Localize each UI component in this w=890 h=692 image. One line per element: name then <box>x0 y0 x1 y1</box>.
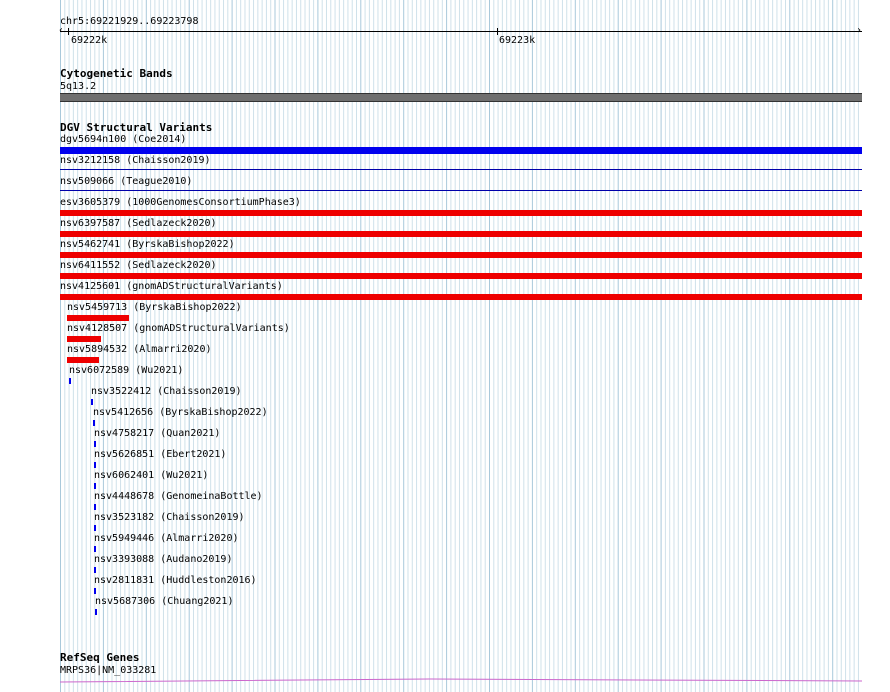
variant-feature[interactable] <box>94 504 96 510</box>
variant-label: nsv5894532 (Almarri2020) <box>67 344 212 355</box>
cytoband-bar[interactable] <box>60 93 862 102</box>
variant-label: nsv5949446 (Almarri2020) <box>94 533 239 544</box>
variant-feature[interactable] <box>60 231 862 237</box>
variant-feature[interactable] <box>60 252 862 258</box>
refseq-gene-label: MRPS36|NM_033281 <box>60 665 157 676</box>
ruler-tick <box>497 28 498 35</box>
variant-label: nsv4125601 (gnomADStructuralVariants) <box>60 281 283 292</box>
variant-feature[interactable] <box>93 420 95 426</box>
refseq-gene-feature[interactable] <box>60 676 862 684</box>
variant-label: nsv509066 (Teague2010) <box>60 176 193 187</box>
variant-label: nsv3212158 (Chaisson2019) <box>60 155 211 166</box>
variant-label: nsv5687306 (Chuang2021) <box>95 596 234 607</box>
variant-label: nsv6062401 (Wu2021) <box>94 470 209 481</box>
ruler-left-arrow-icon: ‹ <box>58 25 65 36</box>
variant-label: nsv5462741 (ByrskaBishop2022) <box>60 239 235 250</box>
variant-label: nsv3522412 (Chaisson2019) <box>91 386 242 397</box>
ruler-axis <box>60 31 862 32</box>
ruler-tick <box>68 28 69 35</box>
ruler-label: 69223k <box>499 35 536 46</box>
variant-feature[interactable] <box>91 399 93 405</box>
ruler-right-arrow-icon: › <box>856 25 863 36</box>
variant-feature[interactable] <box>60 273 862 279</box>
variant-label: nsv6397587 (Sedlazeck2020) <box>60 218 217 229</box>
variant-label: nsv5459713 (ByrskaBishop2022) <box>67 302 242 313</box>
variant-label: nsv4758217 (Quan2021) <box>94 428 221 439</box>
variant-feature[interactable] <box>94 483 96 489</box>
gene-line <box>60 678 862 683</box>
variant-label: nsv5626851 (Ebert2021) <box>94 449 227 460</box>
variant-feature[interactable] <box>69 378 71 384</box>
variant-feature[interactable] <box>60 190 862 191</box>
variant-feature[interactable] <box>94 567 96 573</box>
variant-feature[interactable] <box>67 315 129 321</box>
variant-feature[interactable] <box>94 525 96 531</box>
variant-label: nsv6072589 (Wu2021) <box>69 365 184 376</box>
variant-label: nsv5412656 (ByrskaBishop2022) <box>93 407 268 418</box>
variant-feature[interactable] <box>60 169 862 170</box>
variant-label: nsv4128507 (gnomADStructuralVariants) <box>67 323 290 334</box>
variant-feature[interactable] <box>94 588 96 594</box>
variant-feature[interactable] <box>94 462 96 468</box>
variant-feature[interactable] <box>94 546 96 552</box>
variant-label: nsv2811831 (Huddleston2016) <box>94 575 257 586</box>
variant-feature[interactable] <box>95 609 97 615</box>
variant-label: nsv3523182 (Chaisson2019) <box>94 512 245 523</box>
variant-label: nsv3393088 (Audano2019) <box>94 554 233 565</box>
variant-label: nsv4448678 (GenomeinaBottle) <box>94 491 263 502</box>
cytoband-label: 5q13.2 <box>60 81 97 92</box>
dgv-track-title[interactable]: DGV Structural Variants <box>60 122 212 134</box>
variant-label: esv3605379 (1000GenomesConsortiumPhase3) <box>60 197 301 208</box>
variant-feature[interactable] <box>60 210 862 216</box>
variant-feature[interactable] <box>67 357 99 363</box>
variant-feature[interactable] <box>60 294 862 300</box>
cytoband-track-title[interactable]: Cytogenetic Bands <box>60 68 173 80</box>
variant-feature[interactable] <box>67 336 101 342</box>
ruler-label: 69222k <box>71 35 108 46</box>
variant-label: dgv5694n100 (Coe2014) <box>60 134 187 145</box>
position-readout: chr5:69221929..69223798 <box>60 16 199 27</box>
refseq-track-title[interactable]: RefSeq Genes <box>60 652 139 664</box>
variant-label: nsv6411552 (Sedlazeck2020) <box>60 260 217 271</box>
variant-feature[interactable] <box>60 147 862 154</box>
variant-feature[interactable] <box>94 441 96 447</box>
